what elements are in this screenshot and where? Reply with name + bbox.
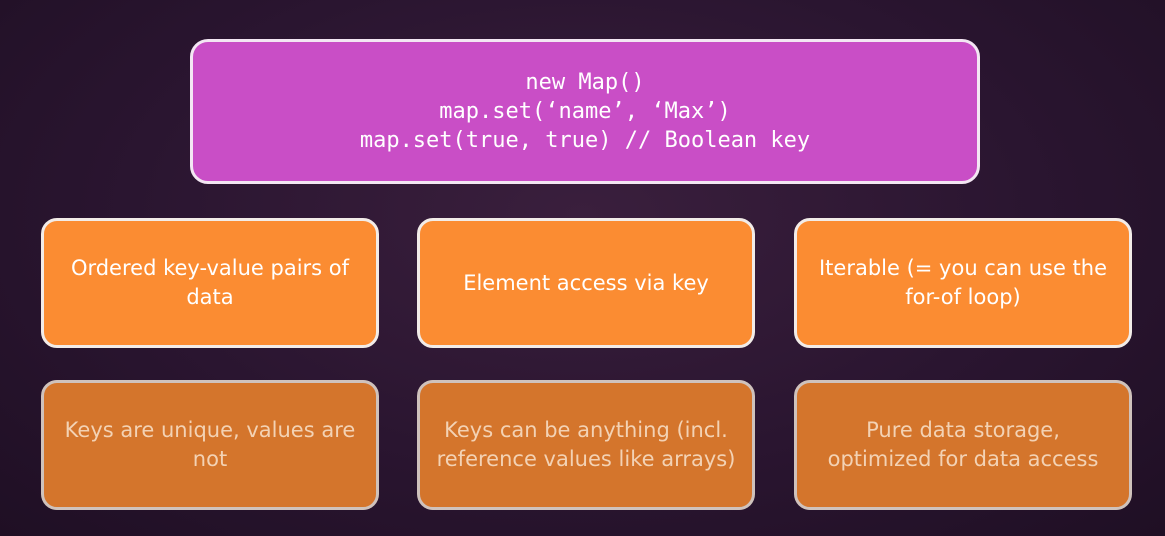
card-iterable-text: Iterable (= you can use the for-of loop) — [818, 256, 1108, 309]
card-ordered-pairs-text: Ordered key-value pairs of data — [70, 256, 350, 309]
code-line-constructor: new Map() — [525, 70, 645, 95]
code-box: new Map() map.set(‘name’, ‘Max’) map.set… — [190, 39, 980, 184]
card-element-access-text: Element access via key — [463, 270, 709, 295]
card-unique-keys-text: Keys are unique, values are not — [64, 418, 356, 471]
card-data-storage-text: Pure data storage, optimized for data ac… — [827, 418, 1099, 471]
card-data-storage: Pure data storage, optimized for data ac… — [794, 380, 1132, 510]
card-unique-keys: Keys are unique, values are not — [41, 380, 379, 510]
card-ordered-pairs: Ordered key-value pairs of data — [41, 218, 379, 348]
card-any-keys: Keys can be anything (incl. reference va… — [417, 380, 755, 510]
card-any-keys-text: Keys can be anything (incl. reference va… — [436, 418, 736, 471]
code-line-set-name: map.set(‘name’, ‘Max’) — [439, 99, 731, 124]
card-iterable: Iterable (= you can use the for-of loop) — [794, 218, 1132, 348]
card-element-access: Element access via key — [417, 218, 755, 348]
code-line-set-boolean: map.set(true, true) // Boolean key — [359, 128, 811, 153]
